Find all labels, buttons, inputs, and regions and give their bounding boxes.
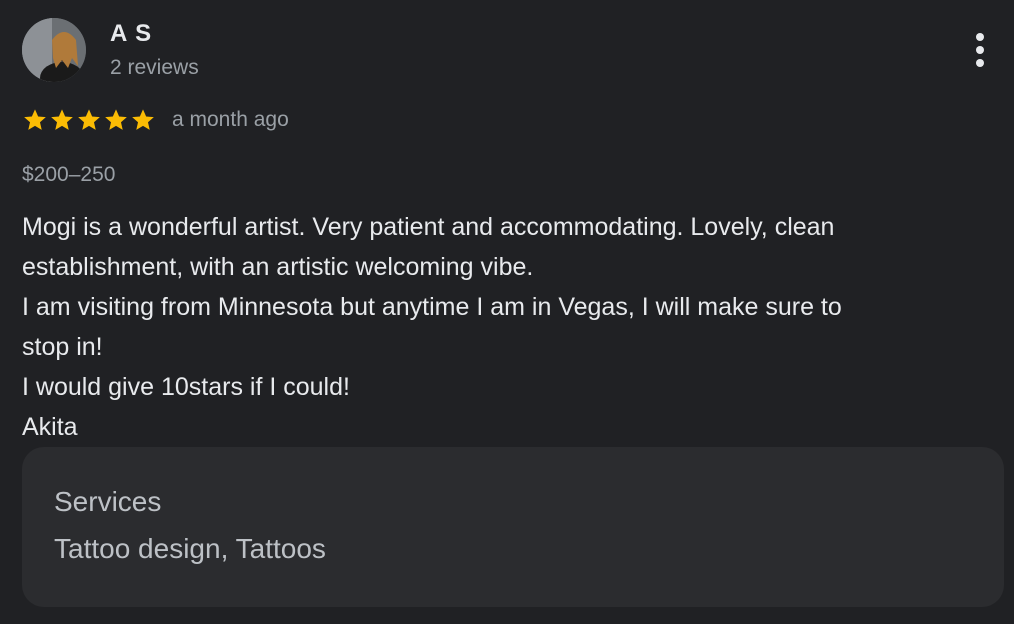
review-card: A S 2 reviews a month ago $200–250 Mogi … — [0, 0, 1014, 624]
star-rating — [22, 107, 156, 133]
review-text-line: I would give 10stars if I could! — [22, 373, 350, 401]
review-text-line: Akita — [22, 413, 78, 441]
star-icon — [105, 109, 127, 130]
more-vert-icon-dot — [976, 59, 984, 67]
services-title: Services — [54, 486, 162, 517]
star-icon — [24, 109, 46, 130]
review-date: a month ago — [172, 108, 289, 131]
star-icon — [78, 109, 100, 130]
more-vert-icon — [976, 33, 984, 41]
services-panel: Services Tattoo design, Tattoos — [22, 447, 1004, 607]
rating-row: a month ago — [22, 104, 289, 136]
more-options-button[interactable] — [964, 30, 996, 70]
reviewer-avatar[interactable] — [22, 18, 86, 82]
review-text-line: stop in! — [22, 333, 103, 361]
review-text-line: Mogi is a wonderful artist. Very patient… — [22, 213, 835, 241]
review-text: Mogi is a wonderful artist. Very patient… — [22, 207, 982, 447]
reviewer-name[interactable]: A S — [110, 20, 152, 48]
more-vert-icon-dot — [976, 46, 984, 54]
review-text-line: I am visiting from Minnesota but anytime… — [22, 293, 842, 321]
star-icon — [132, 109, 154, 130]
services-value: Tattoo design, Tattoos — [54, 533, 326, 564]
review-text-line: establishment, with an artistic welcomin… — [22, 253, 534, 281]
price-range: $200–250 — [22, 163, 116, 186]
star-icon — [51, 109, 73, 130]
reviewer-review-count[interactable]: 2 reviews — [110, 55, 199, 81]
